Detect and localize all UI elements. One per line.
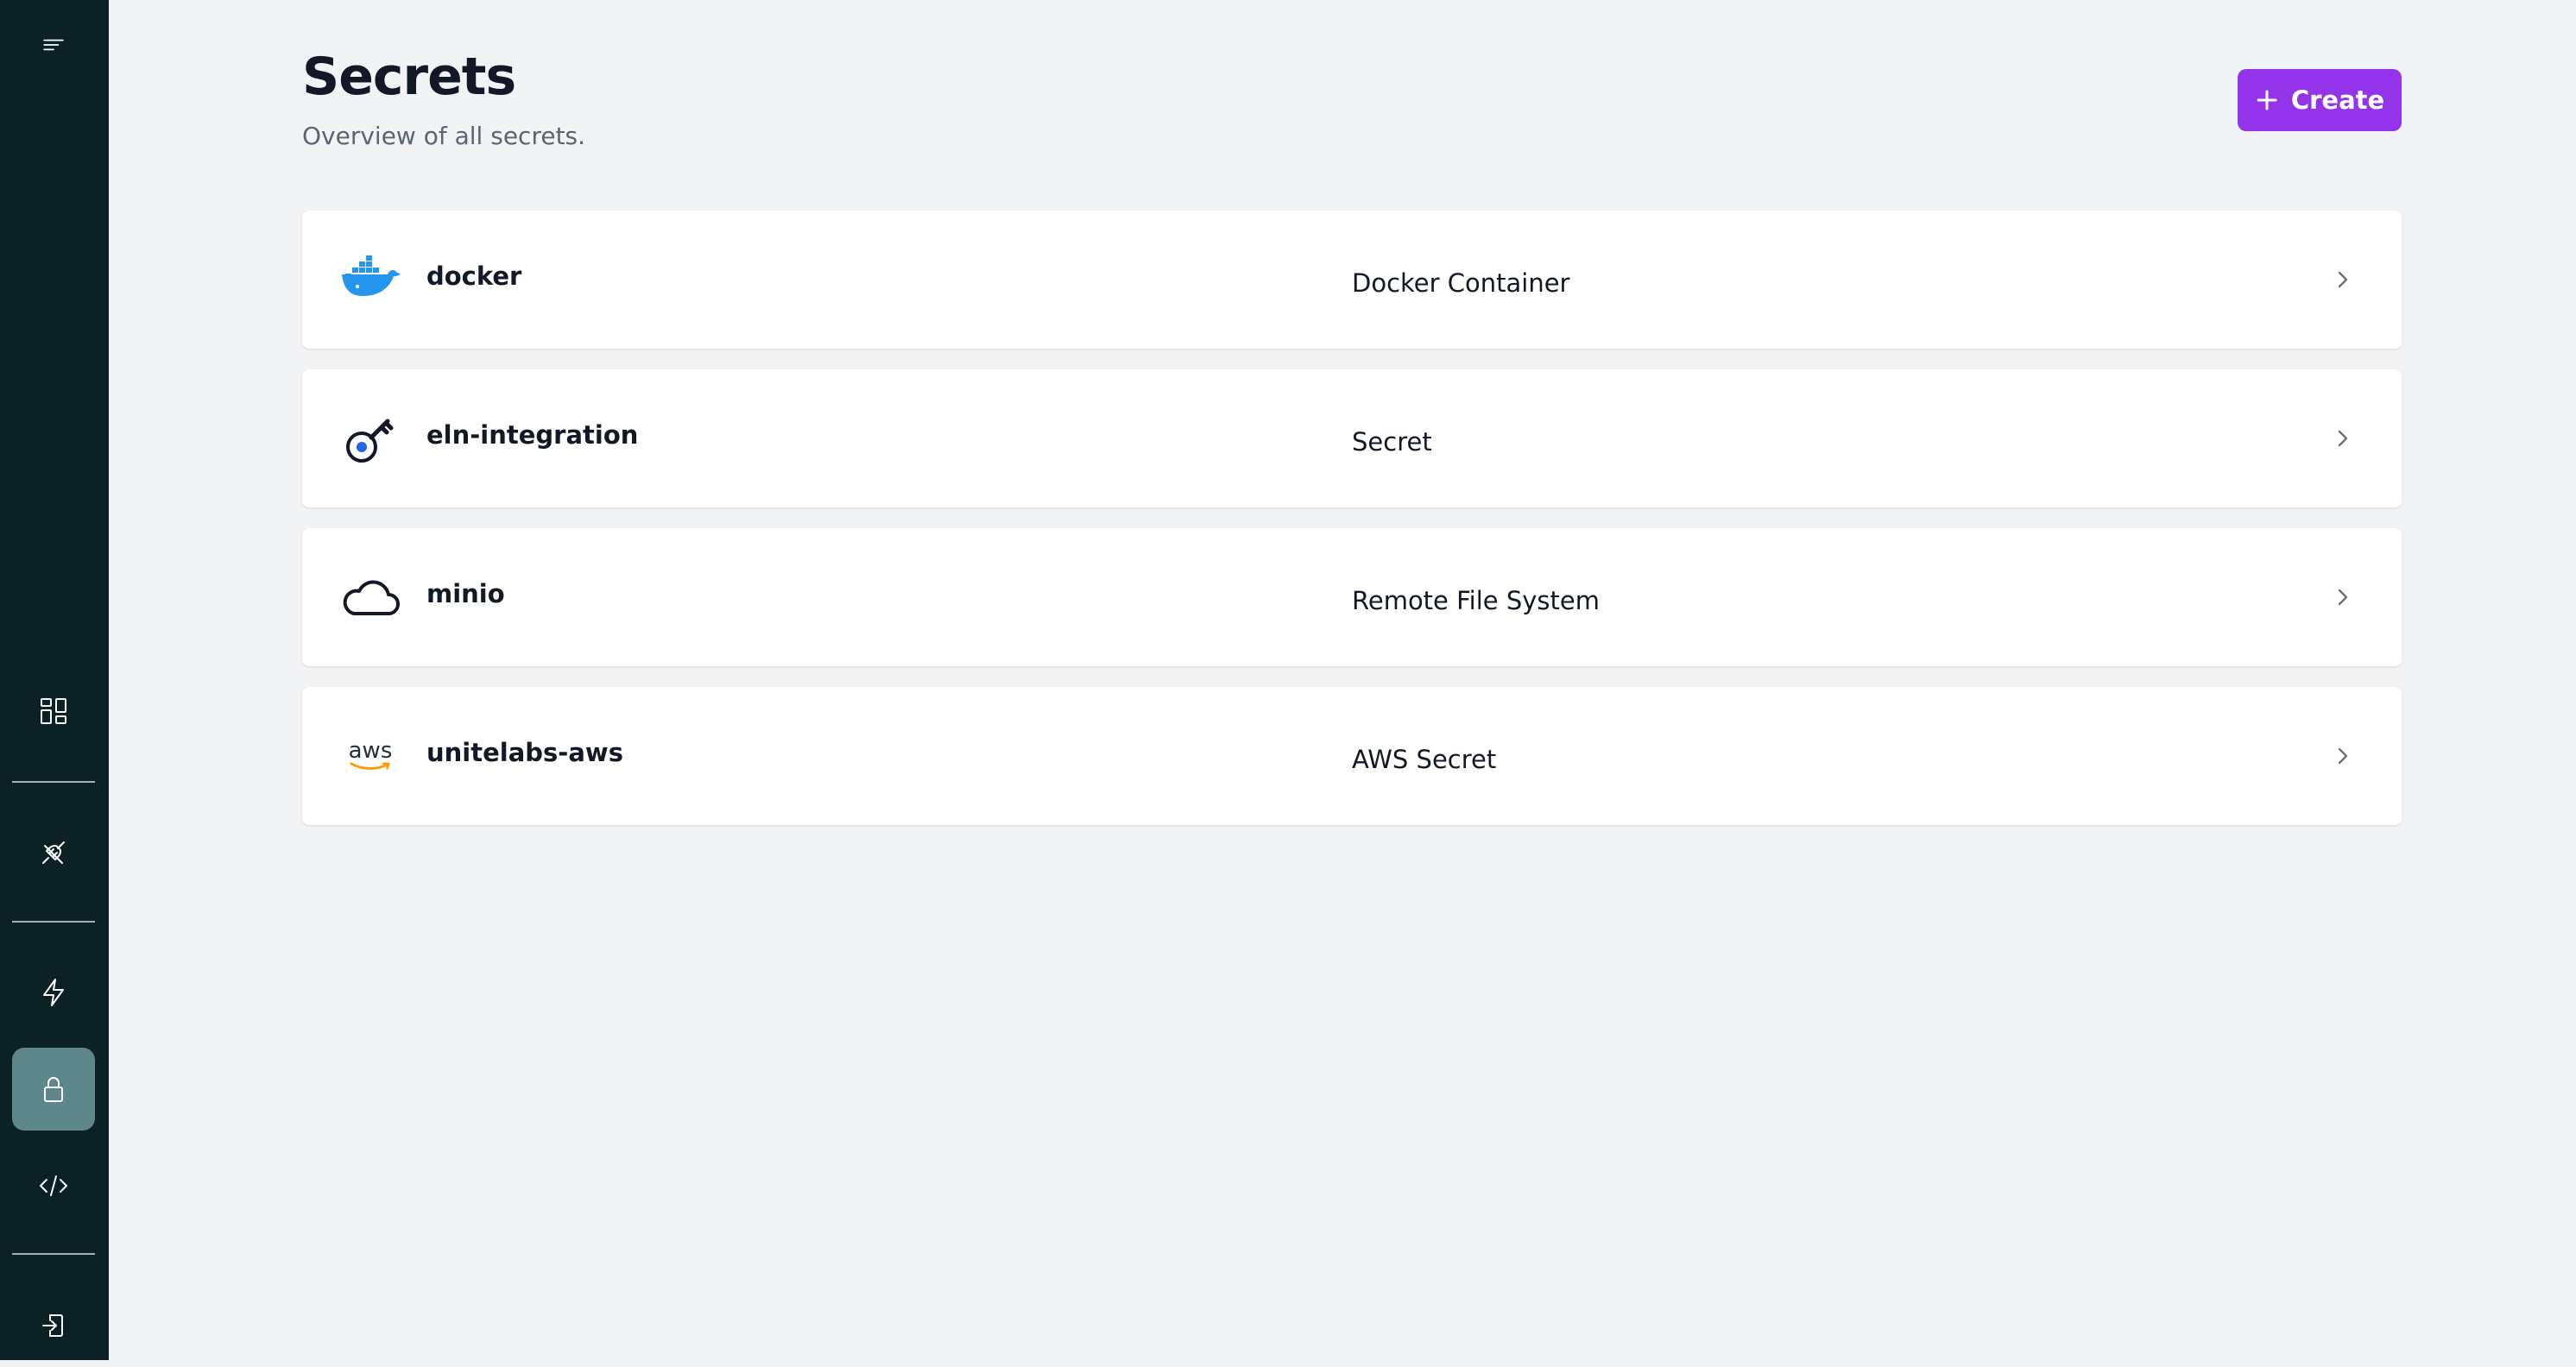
chevron-right-icon bbox=[2329, 742, 2357, 770]
sidebar-item-developer[interactable] bbox=[12, 1144, 95, 1227]
sidebar-divider bbox=[12, 781, 95, 783]
lock-icon bbox=[44, 1077, 63, 1102]
logout-icon bbox=[42, 1314, 63, 1337]
secret-name: minio bbox=[426, 579, 505, 608]
code-icon bbox=[40, 1175, 67, 1196]
sidebar-divider bbox=[12, 921, 95, 923]
logout-button[interactable] bbox=[12, 1284, 95, 1367]
sidebar-divider bbox=[12, 1253, 95, 1255]
sidebar-item-secrets[interactable] bbox=[12, 1048, 95, 1131]
lightning-icon bbox=[43, 979, 64, 1006]
list-item[interactable]: docker Docker Container bbox=[302, 211, 2402, 349]
sidebar-item-dashboard[interactable] bbox=[12, 670, 95, 753]
sidebar bbox=[0, 0, 109, 1360]
sidebar-item-connections[interactable] bbox=[12, 811, 95, 894]
plus-icon bbox=[2257, 90, 2277, 110]
cloud-icon bbox=[340, 570, 401, 625]
menu-button[interactable] bbox=[12, 3, 95, 86]
secret-type: Docker Container bbox=[1352, 268, 1570, 298]
page-subtitle: Overview of all secrets. bbox=[302, 122, 586, 150]
chevron-right-icon bbox=[2329, 583, 2357, 611]
aws-icon: aws bbox=[340, 728, 401, 784]
list-item[interactable]: eln-integration Secret bbox=[302, 369, 2402, 507]
chevron-right-icon bbox=[2329, 266, 2357, 293]
list-item[interactable]: aws unitelabs-aws AWS Secret bbox=[302, 687, 2402, 825]
secret-name: unitelabs-aws bbox=[426, 738, 623, 767]
create-button[interactable]: Create bbox=[2238, 69, 2402, 131]
plug-icon bbox=[42, 841, 65, 864]
secret-type: Secret bbox=[1352, 427, 1432, 457]
aws-logo-text: aws bbox=[348, 737, 393, 764]
page-title: Secrets bbox=[302, 47, 516, 107]
sidebar-item-automations[interactable] bbox=[12, 951, 95, 1034]
key-icon bbox=[340, 411, 401, 466]
list-item[interactable]: minio Remote File System bbox=[302, 528, 2402, 666]
docker-icon bbox=[340, 252, 401, 307]
secret-name: eln-integration bbox=[426, 420, 639, 450]
secret-name: docker bbox=[426, 261, 522, 291]
create-button-label: Create bbox=[2290, 85, 2385, 115]
secret-type: AWS Secret bbox=[1352, 745, 1497, 774]
chevron-right-icon bbox=[2329, 425, 2357, 452]
dashboard-grid-icon bbox=[41, 698, 66, 724]
secret-type: Remote File System bbox=[1352, 586, 1600, 615]
menu-icon bbox=[43, 39, 64, 51]
